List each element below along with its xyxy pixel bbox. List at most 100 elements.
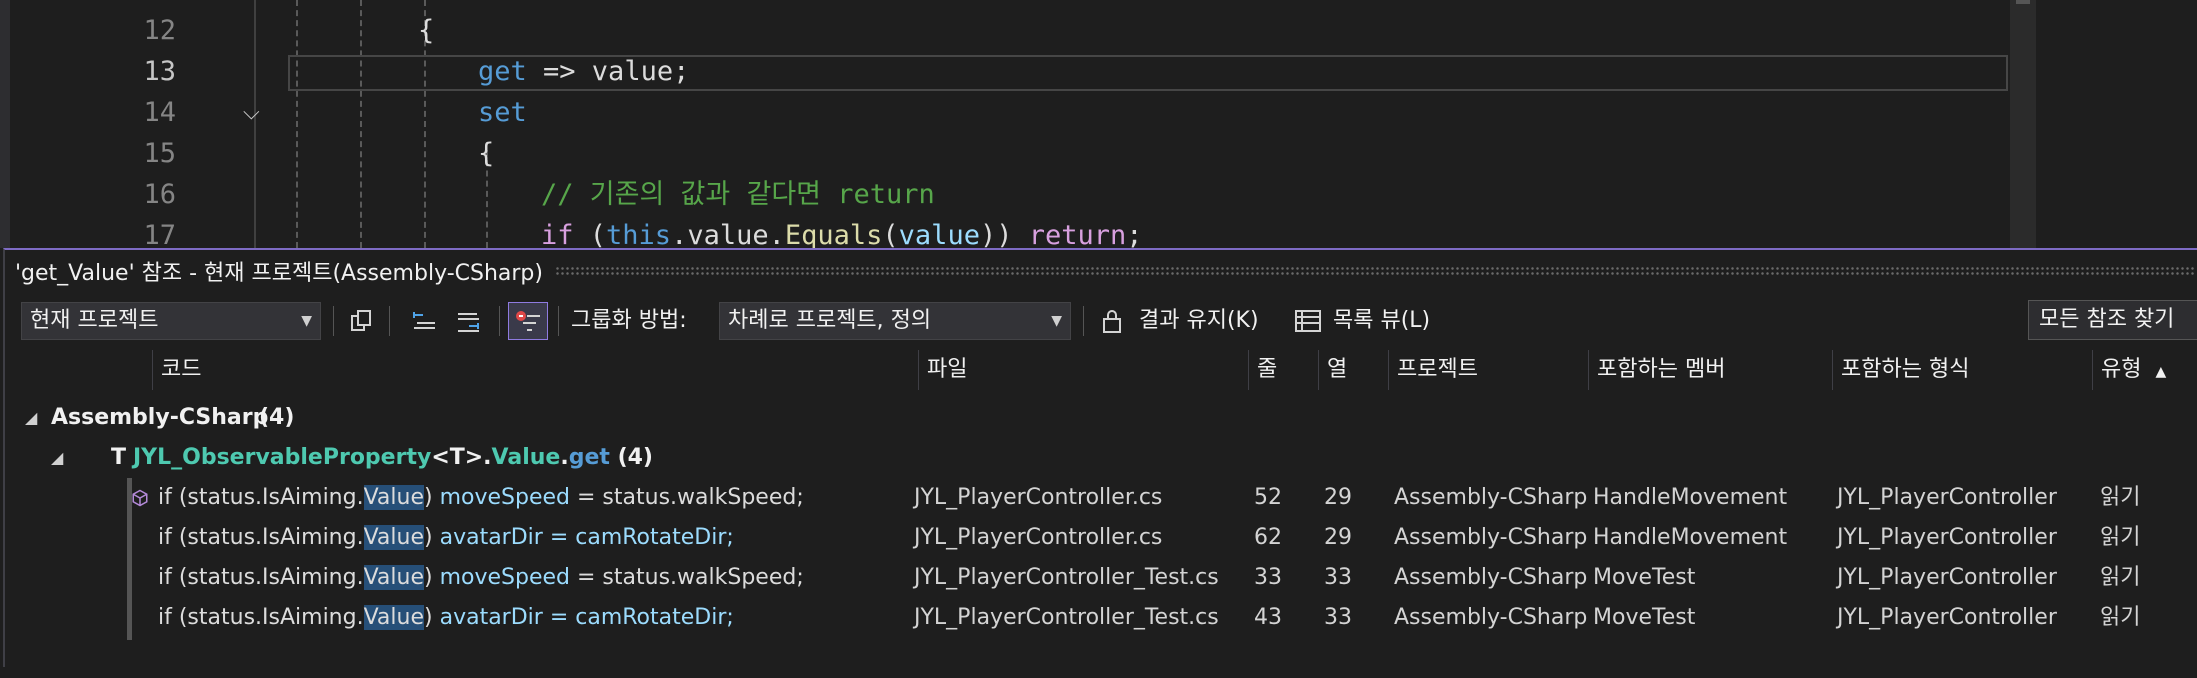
copy-button[interactable]	[345, 304, 379, 338]
match-highlight: Value	[363, 485, 425, 510]
toolbar-separator	[333, 306, 334, 336]
code-fragment: = camRotateDir;	[542, 525, 734, 550]
column-cell: 29	[1324, 525, 1352, 550]
results-header: 코드 파일 줄 열 프로젝트 포함하는 멤버 포함하는 형식 유형 ▲	[5, 350, 2197, 390]
kind-cell: 읽기	[2100, 565, 2141, 590]
code-fragment: moveSpeed	[439, 485, 571, 510]
column-header-type[interactable]: 포함하는 형식	[1832, 350, 2092, 390]
member-cell: MoveTest	[1593, 605, 1696, 630]
editor-vertical-scrollbar[interactable]	[2010, 0, 2036, 248]
group-count: (4)	[259, 405, 295, 430]
expand-triangle-icon[interactable]: ◢	[51, 438, 63, 478]
code-line[interactable]: 16 // 기존의 값과 같다면 return	[0, 174, 2197, 215]
reference-row[interactable]: if (status.IsAiming.Value) avatarDir = c…	[5, 598, 2197, 638]
reference-row[interactable]: if (status.IsAiming.Value) avatarDir = c…	[5, 518, 2197, 558]
column-header-label: 유형	[2101, 357, 2142, 382]
code-line[interactable]: 14 set	[0, 92, 2197, 133]
find-all-references-button[interactable]: 모든 참조 찾기	[2028, 300, 2197, 340]
column-header-col[interactable]: 열	[1318, 350, 1388, 390]
reference-row[interactable]: if (status.IsAiming.Value) moveSpeed = s…	[5, 558, 2197, 598]
member-cell: MoveTest	[1593, 565, 1696, 590]
code-line[interactable]: 12 {	[0, 10, 2197, 51]
file-cell: JYL_PlayerController.cs	[914, 485, 1163, 510]
code-fragment: )	[424, 605, 440, 630]
expand-triangle-icon[interactable]: ◢	[25, 398, 37, 438]
panel-title-bar[interactable]: 'get_Value' 참조 - 현재 프로젝트(Assembly-CSharp…	[15, 256, 2195, 286]
group-by-dropdown[interactable]: 차례로 프로젝트, 정의 ▼	[719, 302, 1071, 340]
code-token: ))	[979, 220, 1029, 248]
code-text: {	[418, 10, 434, 51]
column-header-member[interactable]: 포함하는 멤버	[1588, 350, 1832, 390]
type-cell: JYL_PlayerController	[1837, 565, 2057, 590]
group-by-label: 그룹화 방법:	[571, 308, 687, 333]
column-header-kind[interactable]: 유형 ▲	[2092, 350, 2197, 390]
code-line[interactable]: 13 get => value;	[0, 51, 2197, 92]
code-cell: if (status.IsAiming.Value) avatarDir = c…	[158, 518, 734, 558]
column-header-label: 프로젝트	[1397, 357, 1478, 382]
column-header-label: 열	[1327, 357, 1348, 382]
code-fragment: = status.walkSpeed;	[570, 565, 804, 590]
definition-accessor: get	[568, 445, 610, 470]
column-header-label: 줄	[1257, 357, 1278, 382]
code-token: this	[606, 220, 672, 248]
list-view-icon	[1295, 310, 1321, 332]
type-cell: JYL_PlayerController	[1837, 525, 2057, 550]
code-text: // 기존의 값과 같다면 return	[541, 174, 935, 215]
chevron-down-icon: ▼	[1051, 313, 1062, 329]
line-cell: 43	[1254, 605, 1282, 630]
keep-results-button[interactable]: 결과 유지(K)	[1139, 306, 1259, 336]
line-number: 15	[143, 138, 176, 169]
file-cell: JYL_PlayerController.cs	[914, 525, 1163, 550]
code-token: ;	[1126, 220, 1143, 248]
line-cell: 33	[1254, 565, 1282, 590]
match-highlight: Value	[363, 525, 425, 550]
code-cell: if (status.IsAiming.Value) moveSpeed = s…	[158, 478, 804, 518]
tree-group-row[interactable]: ◢ Assembly-CSharp (4)	[5, 398, 2197, 438]
chevron-down-icon: ▼	[301, 313, 312, 329]
code-editor[interactable]: 12 {13 get => value; 14 set 15 {16 // 기존의 값과 같다…	[0, 0, 2197, 248]
code-line[interactable]: 15 {	[0, 133, 2197, 174]
code-token: if	[541, 220, 574, 248]
code-token: return	[1028, 220, 1127, 248]
title-grip	[554, 266, 2195, 276]
definition-signature: JYL_ObservableProperty<T>.Value.get (4)	[133, 438, 653, 478]
column-header-label: 포함하는 멤버	[1597, 357, 1726, 382]
code-text: set	[478, 92, 527, 133]
code-token: Equals	[784, 220, 883, 248]
column-header-line[interactable]: 줄	[1248, 350, 1318, 390]
code-cell: if (status.IsAiming.Value) avatarDir = c…	[158, 598, 734, 638]
reference-row[interactable]: if (status.IsAiming.Value) moveSpeed = s…	[5, 478, 2197, 518]
keep-results-button-icon[interactable]	[1095, 304, 1129, 338]
column-header-code[interactable]: 코드	[152, 350, 918, 390]
toolbar-separator	[558, 306, 559, 336]
code-line[interactable]: 17 if (this.value.Equals(value)) return;	[0, 215, 2197, 248]
code-fragment: if (status.IsAiming.	[158, 485, 364, 510]
column-cell: 33	[1324, 605, 1352, 630]
code-fragment: = status.walkSpeed;	[570, 485, 804, 510]
line-number: 14	[143, 97, 176, 128]
code-text: get => value;	[478, 51, 689, 92]
match-highlight: Value	[363, 565, 425, 590]
column-header-file[interactable]: 파일	[918, 350, 1248, 390]
list-view-button-icon[interactable]	[1291, 304, 1325, 338]
code-token: .value.	[671, 220, 785, 248]
column-header-label: 파일	[927, 357, 968, 382]
scope-dropdown[interactable]: 현재 프로젝트 ▼	[21, 302, 321, 340]
code-token: // 기존의 값과 같다면 return	[541, 179, 935, 210]
next-location-button[interactable]	[451, 304, 485, 338]
toolbar-separator	[1083, 306, 1084, 336]
previous-location-button[interactable]	[407, 304, 441, 338]
column-cell: 29	[1324, 485, 1352, 510]
references-toolbar: 현재 프로젝트 ▼ 그룹화 방법: 차례로 프로젝트, 정의 ▼ 결과 유지(K…	[5, 300, 2197, 342]
kind-cell: 읽기	[2100, 605, 2141, 630]
column-header-project[interactable]: 프로젝트	[1388, 350, 1588, 390]
tree-definition-row[interactable]: ◢ T JYL_ObservableProperty<T>.Value.get …	[5, 438, 2197, 507]
filter-button[interactable]	[508, 302, 548, 340]
collapse-chevron-icon[interactable]: ⌵	[243, 100, 260, 125]
line-number: 13	[143, 56, 176, 87]
line-cell: 52	[1254, 485, 1282, 510]
definition-class: JYL_ObservableProperty	[133, 445, 432, 470]
project-cell: Assembly-CSharp	[1394, 485, 1588, 510]
list-view-button[interactable]: 목록 뷰(L)	[1333, 306, 1430, 336]
code-token: (	[882, 220, 899, 248]
